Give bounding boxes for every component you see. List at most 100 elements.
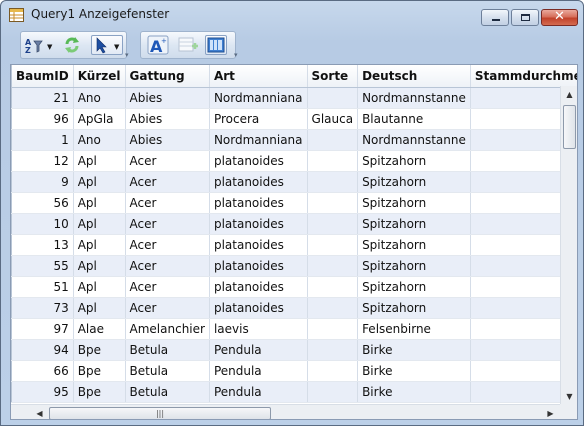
vertical-scrollbar[interactable]: ▲ ▼ — [560, 86, 577, 405]
table-cell[interactable]: 21 — [11, 87, 74, 109]
table-cell[interactable]: platanoides — [209, 234, 308, 256]
table-cell[interactable]: Nordmanniana — [209, 87, 308, 109]
table-cell[interactable]: Betula — [125, 360, 210, 382]
pointer-tool-button[interactable]: ▼ — [91, 35, 123, 55]
minimize-button[interactable] — [481, 9, 509, 26]
refresh-button[interactable] — [61, 35, 83, 55]
table-cell[interactable] — [307, 339, 359, 361]
table-cell[interactable]: Nordmanniana — [209, 129, 308, 151]
table-cell[interactable]: Alae — [73, 318, 126, 340]
horizontal-scroll-thumb[interactable]: ||| — [49, 407, 271, 419]
table-cell[interactable]: Apl — [73, 276, 126, 298]
column-header[interactable]: Kürzel — [73, 65, 126, 88]
table-cell[interactable] — [307, 129, 359, 151]
table-cell[interactable]: 1 — [11, 129, 74, 151]
table-cell[interactable]: 12 — [11, 150, 74, 172]
table-row[interactable]: 21AnoAbiesNordmannianaNordmannstanne0,36 — [11, 87, 577, 109]
maximize-button[interactable] — [511, 9, 539, 26]
column-header[interactable]: Deutsch — [357, 65, 471, 88]
table-cell[interactable]: Spitzahorn — [357, 276, 471, 298]
table-cell[interactable]: Spitzahorn — [357, 297, 471, 319]
add-row-button[interactable] — [177, 35, 199, 55]
table-cell[interactable] — [307, 192, 359, 214]
table-cell[interactable]: Nordmannstanne — [357, 129, 471, 151]
table-cell[interactable]: Acer — [125, 255, 210, 277]
scroll-up-icon[interactable]: ▲ — [563, 87, 576, 102]
table-cell[interactable]: Apl — [73, 192, 126, 214]
column-header[interactable]: Sorte — [307, 65, 359, 88]
column-header[interactable]: BaumID — [11, 65, 74, 88]
table-row[interactable]: 51AplAcerplatanoidesSpitzahorn1,67 — [11, 276, 577, 298]
table-cell[interactable] — [307, 297, 359, 319]
sort-filter-button[interactable]: A Z ▼ — [24, 35, 54, 55]
table-cell[interactable]: 10 — [11, 213, 74, 235]
table-cell[interactable]: Apl — [73, 213, 126, 235]
table-cell[interactable]: Amelanchier — [125, 318, 210, 340]
table-cell[interactable]: Acer — [125, 192, 210, 214]
table-row[interactable]: 95BpeBetulaPendulaBirke1,16 — [11, 381, 577, 403]
table-cell[interactable]: laevis — [209, 318, 308, 340]
horizontal-scrollbar[interactable]: ◀ ||| ▶ — [11, 404, 560, 419]
table-cell[interactable] — [307, 87, 359, 109]
table-cell[interactable] — [307, 318, 359, 340]
table-row[interactable]: 10AplAcerplatanoidesSpitzahorn1,86 — [11, 213, 577, 235]
table-cell[interactable]: Abies — [125, 87, 210, 109]
column-header[interactable]: Stammdurchmesser — [470, 65, 577, 88]
table-cell[interactable]: Abies — [125, 129, 210, 151]
table-cell[interactable]: Acer — [125, 234, 210, 256]
table-row[interactable]: 1AnoAbiesNordmannianaNordmannstanne0,3 — [11, 129, 577, 151]
table-cell[interactable]: Acer — [125, 276, 210, 298]
table-cell[interactable]: Ano — [73, 129, 126, 151]
toolbar-grip-icon[interactable]: ▾ — [234, 51, 242, 61]
table-cell[interactable]: 55 — [11, 255, 74, 277]
table-cell[interactable]: Bpe — [73, 360, 126, 382]
table-cell[interactable]: Acer — [125, 297, 210, 319]
column-header[interactable]: Art — [209, 65, 308, 88]
table-row[interactable]: 55AplAcerplatanoidesSpitzahorn1,78 — [11, 255, 577, 277]
table-cell[interactable]: platanoides — [209, 150, 308, 172]
table-cell[interactable]: Procera — [209, 108, 308, 130]
table-cell[interactable]: Apl — [73, 234, 126, 256]
form-view-button[interactable] — [205, 35, 227, 55]
table-row[interactable]: 94BpeBetulaPendulaBirke35 — [11, 339, 577, 361]
table-cell[interactable]: platanoides — [209, 213, 308, 235]
scroll-down-icon[interactable]: ▼ — [563, 389, 576, 404]
scroll-right-icon[interactable]: ▶ — [543, 406, 558, 419]
table-cell[interactable]: 73 — [11, 297, 74, 319]
table-cell[interactable]: Acer — [125, 171, 210, 193]
table-cell[interactable] — [307, 234, 359, 256]
column-header[interactable]: Gattung — [125, 65, 210, 88]
table-cell[interactable]: Acer — [125, 150, 210, 172]
table-cell[interactable]: platanoides — [209, 192, 308, 214]
table-cell[interactable]: Ano — [73, 87, 126, 109]
close-button[interactable]: ✕ — [541, 9, 578, 26]
table-cell[interactable]: Acer — [125, 213, 210, 235]
table-cell[interactable]: 66 — [11, 360, 74, 382]
table-row[interactable]: 9AplAcerplatanoidesSpitzahorn2,3 — [11, 171, 577, 193]
table-cell[interactable]: Felsenbirne — [357, 318, 471, 340]
table-cell[interactable]: Bpe — [73, 339, 126, 361]
table-cell[interactable]: 51 — [11, 276, 74, 298]
table-cell[interactable]: 97 — [11, 318, 74, 340]
table-cell[interactable]: Spitzahorn — [357, 234, 471, 256]
table-cell[interactable]: Blautanne — [357, 108, 471, 130]
table-cell[interactable]: Pendula — [209, 381, 308, 403]
table-cell[interactable]: platanoides — [209, 171, 308, 193]
table-cell[interactable] — [307, 150, 359, 172]
table-cell[interactable]: platanoides — [209, 276, 308, 298]
title-bar[interactable]: Query1 Anzeigefenster ✕ — [1, 1, 583, 29]
table-cell[interactable]: Abies — [125, 108, 210, 130]
table-row[interactable]: 13AplAcerplatanoidesSpitzahorn1,85 — [11, 234, 577, 256]
table-cell[interactable]: Spitzahorn — [357, 192, 471, 214]
table-row[interactable]: 66BpeBetulaPendulaBirke1,18 — [11, 360, 577, 382]
table-cell[interactable]: 13 — [11, 234, 74, 256]
table-cell[interactable]: Apl — [73, 171, 126, 193]
scroll-left-icon[interactable]: ◀ — [32, 406, 47, 419]
table-cell[interactable]: Birke — [357, 360, 471, 382]
text-format-button[interactable]: A + — [147, 35, 169, 56]
table-row[interactable]: 96ApGlaAbiesProceraGlaucaBlautanne0,34 — [11, 108, 577, 130]
table-cell[interactable]: Spitzahorn — [357, 255, 471, 277]
vertical-scroll-thumb[interactable] — [563, 105, 576, 149]
table-cell[interactable]: Birke — [357, 339, 471, 361]
toolbar-grip-icon[interactable]: ▾ — [125, 51, 133, 61]
